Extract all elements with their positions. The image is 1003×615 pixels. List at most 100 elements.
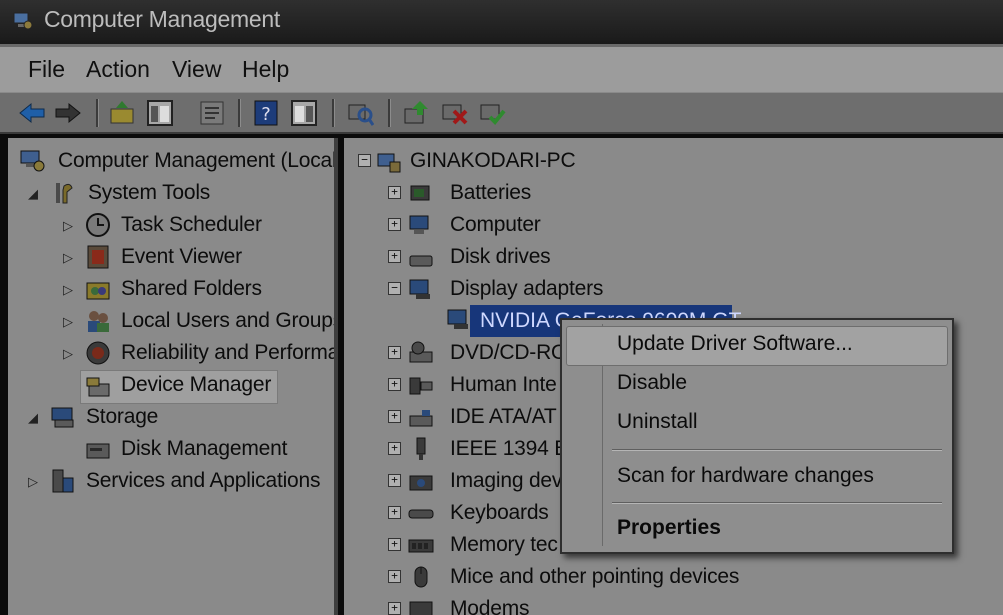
- expand-box-icon[interactable]: +: [388, 250, 401, 263]
- disk-management-icon: [86, 443, 110, 459]
- modem-icon: [409, 601, 433, 615]
- menu-separator: [612, 449, 942, 451]
- services-icon: [52, 469, 74, 493]
- up-folder-icon[interactable]: [108, 99, 136, 127]
- expand-box-icon[interactable]: +: [388, 186, 401, 199]
- expand-box-icon[interactable]: +: [388, 602, 401, 615]
- tree-label: Reliability and Performa: [121, 341, 338, 364]
- toolbar-separator: [388, 99, 391, 127]
- update-driver-icon[interactable]: [402, 99, 430, 127]
- tree-label: Keyboards: [450, 501, 549, 524]
- tree-label: Storage: [86, 405, 159, 428]
- enable-device-icon[interactable]: [478, 99, 506, 127]
- svg-text:?: ?: [261, 104, 271, 125]
- show-hide-action-pane-icon[interactable]: [290, 99, 318, 127]
- menu-item-scan-hardware[interactable]: Scan for hardware changes: [617, 464, 874, 488]
- tree-label: GINAKODARI-PC: [410, 149, 576, 172]
- title-bar: Computer Management: [0, 0, 1003, 44]
- expand-box-icon[interactable]: +: [388, 346, 401, 359]
- device-manager-icon: [86, 377, 110, 397]
- tree-label: Batteries: [450, 181, 532, 204]
- toolbar-separator: [238, 99, 241, 127]
- hid-icon: [409, 377, 433, 395]
- computer-management-icon: [13, 12, 33, 30]
- context-menu: Update Driver Software... Disable Uninst…: [560, 318, 954, 554]
- dvd-drive-icon: [409, 341, 433, 363]
- camera-icon: [409, 475, 433, 491]
- tree-label: Task Scheduler: [121, 213, 262, 236]
- toolbar-separator: [332, 99, 335, 127]
- collapse-box-icon[interactable]: −: [358, 154, 371, 167]
- expand-box-icon[interactable]: +: [388, 218, 401, 231]
- menu-bar: File Action View Help: [0, 44, 1003, 92]
- menu-item-properties[interactable]: Properties: [617, 516, 721, 540]
- menu-item-uninstall[interactable]: Uninstall: [617, 410, 698, 434]
- tree-label: Local Users and Groups: [121, 309, 338, 332]
- show-hide-console-tree-icon[interactable]: [146, 99, 174, 127]
- tree-label: System Tools: [88, 181, 211, 204]
- menu-action[interactable]: Action: [86, 56, 150, 83]
- storage-icon: [51, 407, 74, 428]
- properties-icon[interactable]: [198, 99, 226, 127]
- menu-help[interactable]: Help: [242, 56, 289, 83]
- expand-box-icon[interactable]: +: [388, 410, 401, 423]
- expand-arrow-icon[interactable]: ▷: [28, 474, 38, 490]
- tree-label: Display adapters: [450, 277, 604, 300]
- tree-label: Human Inte: [450, 373, 557, 396]
- help-icon[interactable]: ?: [252, 99, 280, 127]
- tree-label: Device Manager: [121, 373, 272, 396]
- forward-arrow-icon[interactable]: [54, 99, 82, 127]
- tree-label: IDE ATA/AT: [450, 405, 557, 428]
- ide-controller-icon: [409, 410, 433, 427]
- menu-file[interactable]: File: [28, 56, 65, 83]
- uninstall-device-icon[interactable]: [440, 99, 468, 127]
- tools-icon: [56, 183, 73, 204]
- tree-label: Mice and other pointing devices: [450, 565, 740, 588]
- expand-arrow-icon[interactable]: ▷: [63, 218, 73, 234]
- toolbar: ?: [0, 92, 1003, 134]
- event-viewer-icon: [87, 245, 109, 269]
- expand-box-icon[interactable]: +: [388, 442, 401, 455]
- scan-hardware-icon[interactable]: [346, 99, 374, 127]
- mouse-icon: [414, 566, 428, 588]
- tree-label: Disk drives: [450, 245, 551, 268]
- tree-label: Disk Management: [121, 437, 288, 460]
- tree-label: DVD/CD-RO: [450, 341, 568, 364]
- expand-arrow-icon[interactable]: ▷: [63, 282, 73, 298]
- tree-label: Modems: [450, 597, 530, 615]
- expand-box-icon[interactable]: +: [388, 570, 401, 583]
- memory-icon: [408, 539, 434, 553]
- battery-icon: [410, 185, 430, 201]
- ieee1394-icon: [416, 437, 426, 460]
- computer-management-window: Computer Management File Action View Hel…: [0, 0, 1003, 615]
- computer-icon: [409, 215, 429, 234]
- collapse-box-icon[interactable]: −: [388, 282, 401, 295]
- menu-item-update-driver[interactable]: Update Driver Software...: [617, 332, 853, 356]
- menu-separator: [612, 502, 942, 504]
- display-adapter-icon: [447, 309, 468, 329]
- disk-drive-icon: [409, 255, 433, 267]
- menu-item-disable[interactable]: Disable: [617, 371, 687, 395]
- tree-label: Computer: [450, 213, 541, 236]
- users-icon: [88, 311, 109, 332]
- expand-arrow-icon[interactable]: ▷: [63, 346, 73, 362]
- tree-label: Computer Management (Local: [58, 149, 337, 172]
- display-adapter-icon: [409, 279, 430, 299]
- expand-box-icon[interactable]: +: [388, 378, 401, 391]
- computer-management-icon: [20, 150, 45, 172]
- expand-arrow-icon[interactable]: ▷: [63, 250, 73, 266]
- window-title: Computer Management: [44, 6, 280, 32]
- expand-box-icon[interactable]: +: [388, 474, 401, 487]
- expand-box-icon[interactable]: +: [388, 506, 401, 519]
- tree-label: Shared Folders: [121, 277, 262, 300]
- expand-arrow-icon[interactable]: ▷: [63, 314, 73, 330]
- toolbar-separator: [96, 99, 99, 127]
- expand-box-icon[interactable]: +: [388, 538, 401, 551]
- collapse-arrow-icon[interactable]: ◢: [28, 186, 38, 202]
- collapse-arrow-icon[interactable]: ◢: [28, 410, 38, 426]
- console-tree-pane: Computer Management (Local ◢ System Tool…: [8, 138, 338, 615]
- menu-view[interactable]: View: [172, 56, 221, 83]
- back-arrow-icon[interactable]: [18, 99, 46, 127]
- keyboard-icon: [408, 509, 434, 519]
- tree-label: Memory tec: [450, 533, 558, 556]
